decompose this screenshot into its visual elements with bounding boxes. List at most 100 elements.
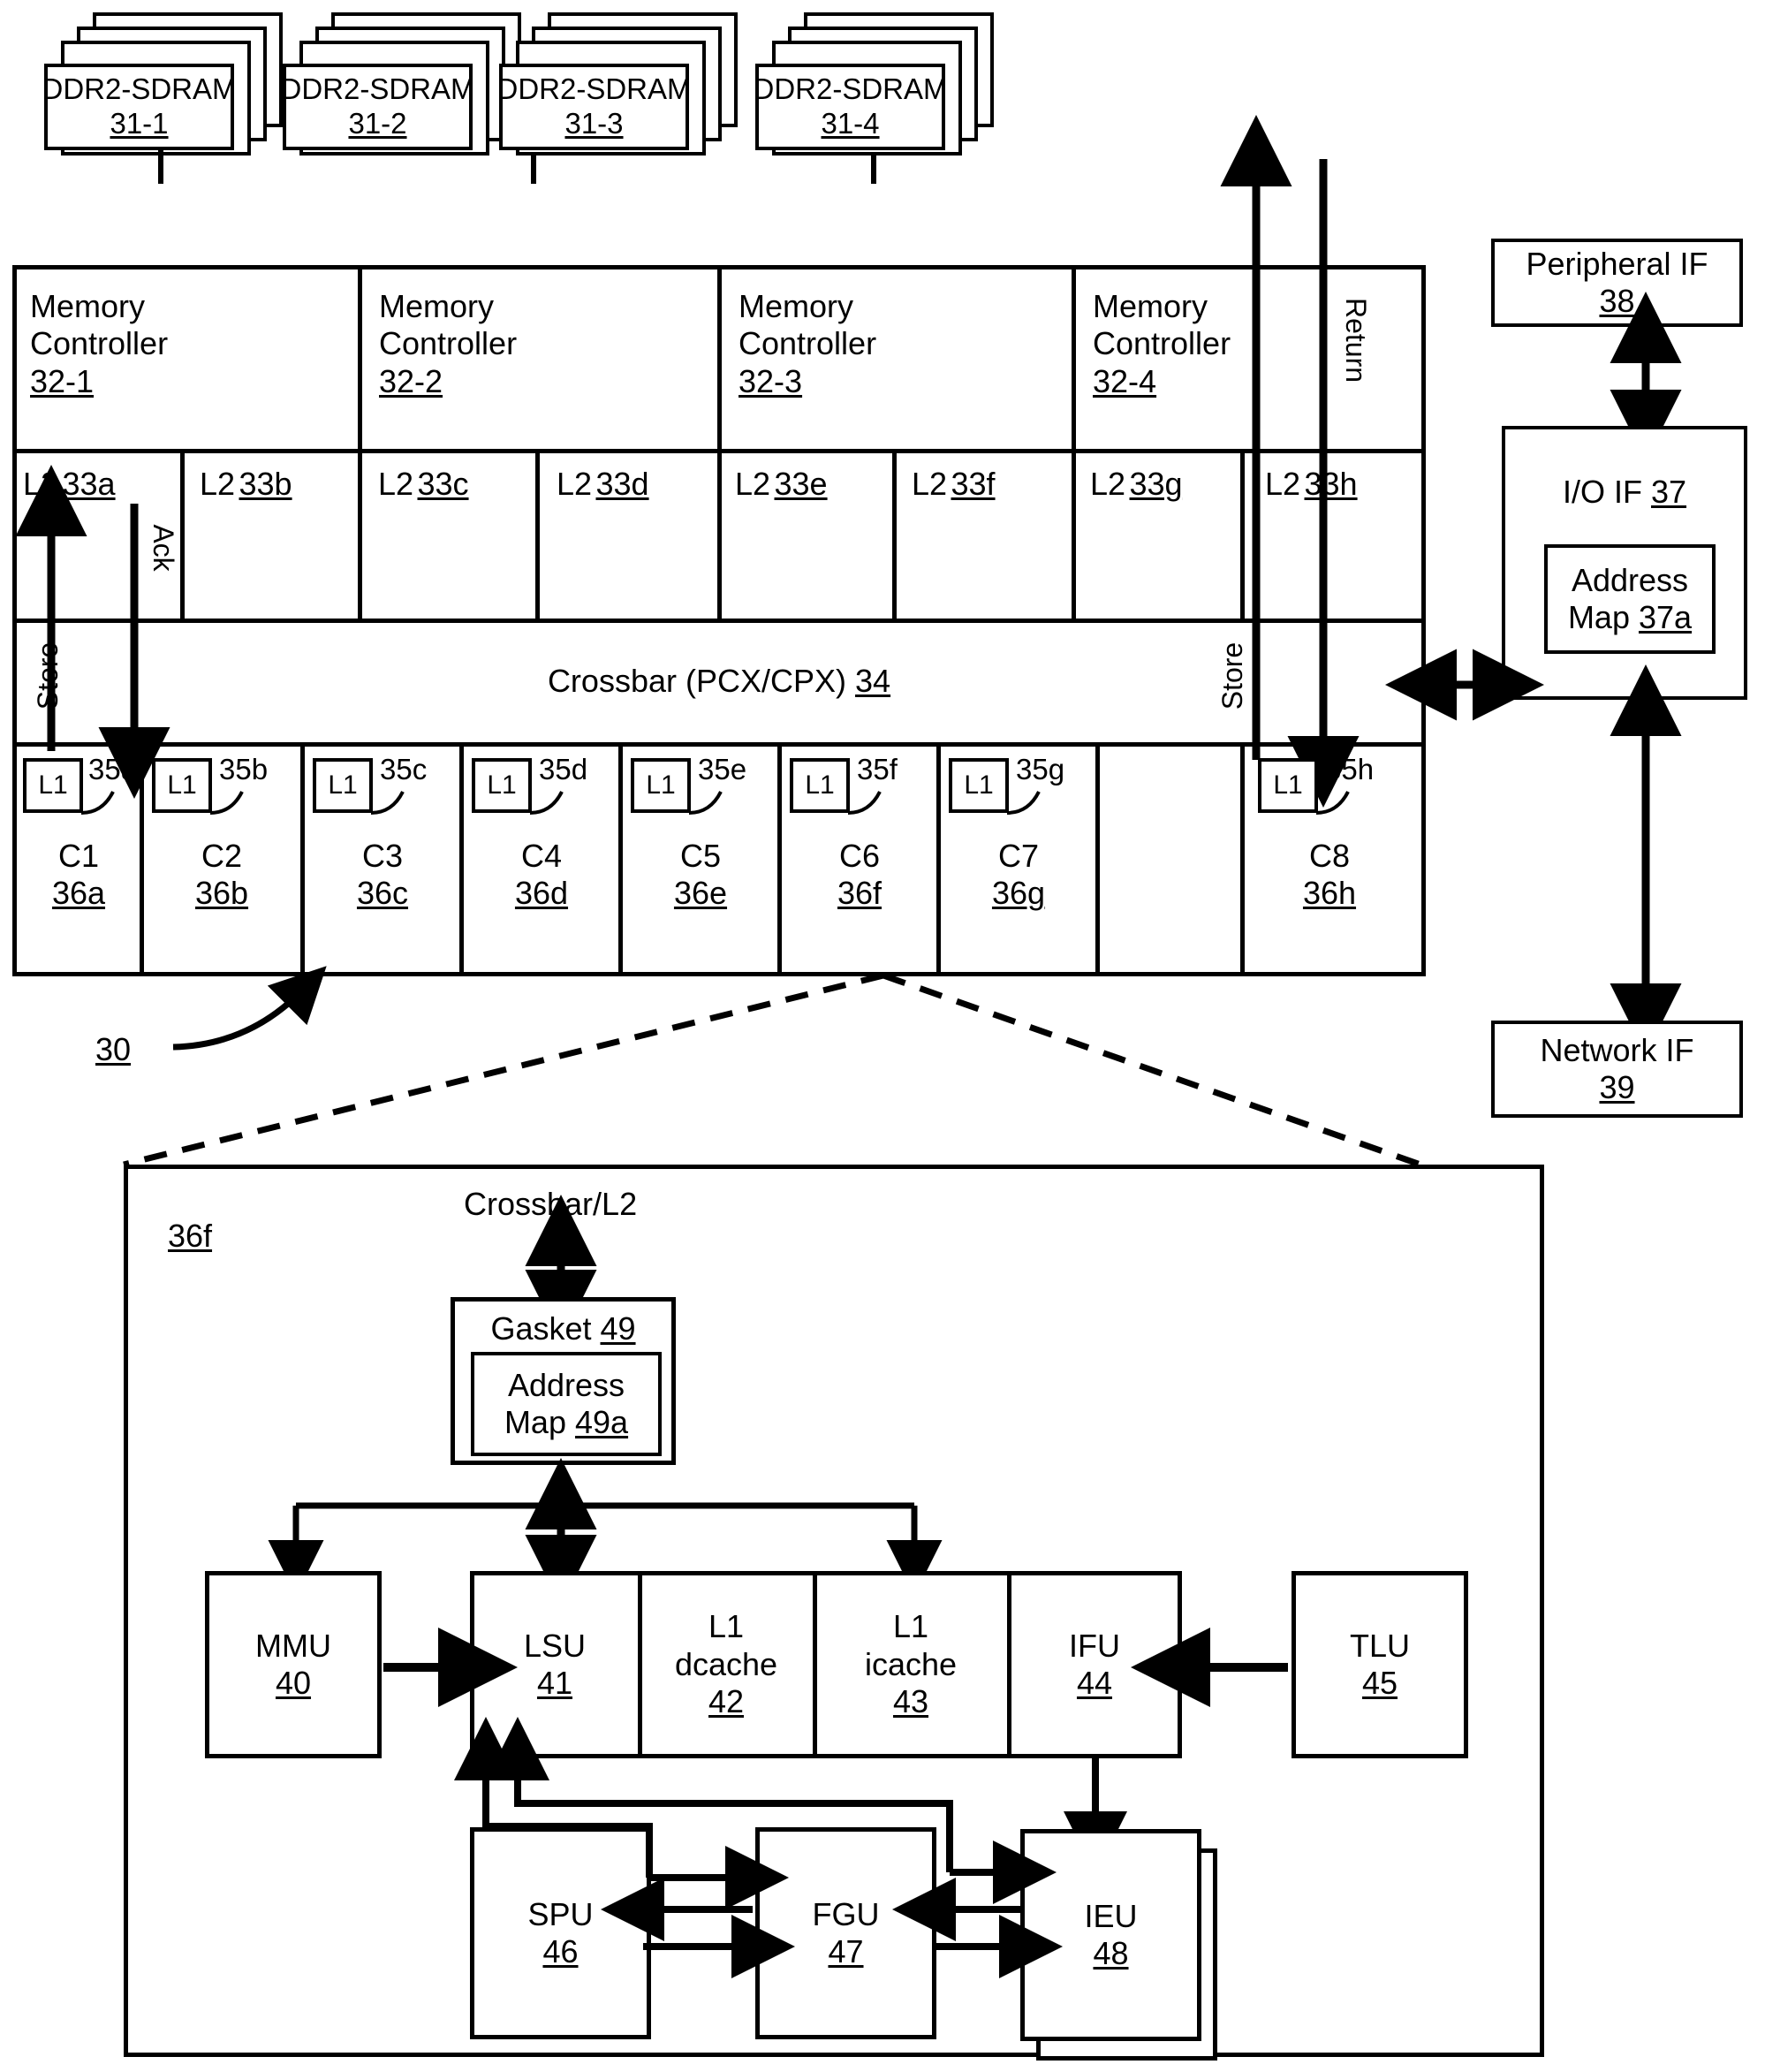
core-c7: L1 35g C7 36g [945, 751, 1092, 970]
dram-block-1: DDR2-SDRAM 31-1 [42, 64, 237, 150]
l1-cache-35d: L1 [472, 758, 532, 813]
l1-cache-35b: L1 [152, 758, 212, 813]
core-divider-2 [300, 747, 305, 973]
mc-line1: Memory [1093, 288, 1208, 324]
l2-bank-33c: L2 33c [378, 466, 469, 502]
peripheral-if-label: Peripheral IF [1526, 245, 1708, 282]
l1-cache-35h: L1 [1258, 758, 1318, 813]
memory-controller-1: Memory Controller 32-1 [27, 288, 345, 443]
lsu-ref: 41 [536, 1665, 573, 1701]
memory-controller-2: Memory Controller 32-2 [375, 288, 693, 443]
mmu-lsu-arrow [383, 1628, 518, 1707]
mc-divider-2 [717, 269, 722, 452]
l1-ref-35g: 35g [1016, 753, 1065, 786]
dcache-line2: dcache [674, 1645, 778, 1682]
core-divider-6 [936, 747, 941, 973]
l1-cache-35c: L1 [313, 758, 373, 813]
l1-ref-35d: 35d [539, 753, 588, 786]
l1-cache-35a: L1 [23, 758, 83, 813]
memory-controller-3: Memory Controller 32-3 [735, 288, 1053, 443]
address-map-ref: 37a [1638, 599, 1693, 635]
l1-leader-line [1315, 791, 1350, 815]
dram-ref: 31-4 [821, 107, 880, 140]
core-c8: L1 35h C8 36h [1254, 751, 1405, 970]
ifu-ref: 44 [1076, 1665, 1113, 1701]
core-divider-7 [1095, 747, 1100, 973]
core-c6: L1 35f C6 36f [786, 751, 933, 970]
mc-divider-3 [1072, 269, 1076, 452]
dram-connector-1 [158, 150, 163, 184]
dram-label: DDR2-SDRAM [496, 72, 692, 106]
core-divider-5 [777, 747, 782, 973]
l1-icache-block: L1 icache 43 [817, 1575, 1004, 1755]
detail-address-map-line2: Map [504, 1404, 566, 1440]
core-divider-8 [1240, 747, 1245, 973]
core-c3: L1 35c C3 36c [309, 751, 456, 970]
ifu-label: IFU [1069, 1627, 1120, 1664]
tlu-block: TLU 45 [1292, 1571, 1468, 1758]
crossbar-io-arrow [1385, 649, 1544, 721]
l1-leader-line [1006, 791, 1041, 815]
l1-ref-35b: 35b [219, 753, 269, 786]
dram-block-2: DDR2-SDRAM 31-2 [281, 64, 475, 150]
store-ack-arrows [15, 465, 170, 799]
peripheral-if-ref: 38 [1599, 283, 1635, 319]
mc-line2: Controller [1093, 325, 1231, 362]
gasket-ref: 49 [600, 1310, 636, 1347]
mc-line2: Controller [739, 325, 877, 362]
io-if-block: I/O IF 37 Address Map 37a [1502, 426, 1747, 700]
core-c2: L1 35b C2 36b [148, 751, 295, 970]
gasket-crossbar-arrow [525, 1195, 597, 1341]
mmu-ref: 40 [275, 1665, 312, 1701]
dram-block-3: DDR2-SDRAM 31-3 [496, 64, 692, 150]
address-map-line1: Address [1571, 561, 1689, 598]
l2-divider-e [892, 453, 897, 619]
l1-leader-line [80, 791, 115, 815]
core-name-c1: C1 36a [51, 838, 106, 912]
core-name-c6: C6 36f [837, 838, 882, 912]
dram-block-4: DDR2-SDRAM 31-4 [754, 64, 948, 150]
core-divider-1 [140, 747, 144, 973]
dcache-line1: L1 [708, 1608, 745, 1645]
io-if-label: I/O IF [1562, 474, 1642, 510]
exec-unit-interconnect [454, 1717, 1063, 1978]
detail-address-map-line1: Address [507, 1366, 625, 1403]
l2-bank-33g: L2 33g [1090, 466, 1183, 502]
l1-cache-35f: L1 [790, 758, 850, 813]
dcache-ref: 42 [708, 1683, 745, 1720]
expansion-callout-lines [123, 972, 1422, 1168]
mmu-block: MMU 40 [205, 1571, 382, 1758]
mc-ref: 32-3 [739, 362, 803, 399]
l1-leader-line [847, 791, 882, 815]
dram-ref: 31-1 [110, 107, 169, 140]
l2-divider-f [1072, 453, 1076, 619]
lsu-block: LSU 41 [474, 1575, 635, 1755]
l2-bank-33f: L2 33f [912, 466, 996, 502]
gasket-label: Gasket [490, 1310, 592, 1347]
icache-line2: icache [864, 1645, 958, 1682]
l1-ref-35a: 35a [88, 753, 138, 786]
dram-label: DDR2-SDRAM [42, 72, 237, 106]
mc-line2: Controller [379, 325, 518, 362]
gasket-block: Gasket 49 Address Map 49a [451, 1297, 676, 1465]
l1-ref-35f: 35f [857, 753, 898, 786]
core-divider-4 [618, 747, 623, 973]
detail-ref-36f: 36f [168, 1218, 213, 1254]
l1-ref-35c: 35c [380, 753, 428, 786]
core-c5: L1 35e C5 36e [627, 751, 774, 970]
l1-leader-line [209, 791, 244, 815]
address-map-line2: Map [1567, 599, 1630, 635]
l2-bank-33d: L2 33d [557, 466, 649, 502]
crossbar-l2-label: Crossbar/L2 [464, 1186, 638, 1222]
l1-ref-35h: 35h [1325, 753, 1375, 786]
icache-ref: 43 [892, 1683, 929, 1720]
tlu-ifu-arrow [1131, 1628, 1288, 1707]
l1-dcache-block: L1 dcache 42 [642, 1575, 810, 1755]
core-c1: L1 35a C1 36a [19, 751, 138, 970]
core-name-c3: C3 36c [356, 838, 409, 912]
icache-line1: L1 [892, 1608, 929, 1645]
crossbar-ref: 34 [855, 662, 891, 699]
mc-line1: Memory [30, 288, 146, 324]
l1-leader-line [688, 791, 723, 815]
core-name-c4: C4 36d [514, 838, 569, 912]
